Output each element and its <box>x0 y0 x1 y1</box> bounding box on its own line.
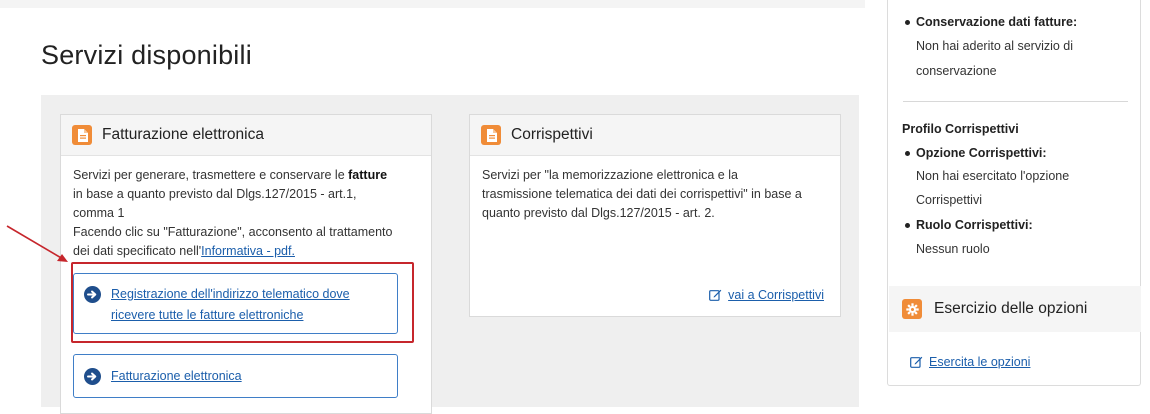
document-icon <box>72 125 92 145</box>
gear-icon <box>902 299 922 319</box>
esercita-opzioni-link[interactable]: Esercita le opzioni <box>929 355 1030 369</box>
fatturazione-description: Servizi per generare, trasmettere e cons… <box>73 166 428 261</box>
pointer-arrow <box>6 225 68 262</box>
desc-text: trasmissione telematica dei dati dei cor… <box>482 187 802 201</box>
top-bar-strip <box>0 0 865 8</box>
fatturazione-card-title: Fatturazione elettronica <box>102 126 264 143</box>
desc-text: in base a quanto previsto dal Dlgs.127/2… <box>73 187 357 201</box>
desc-text: comma 1 <box>73 206 125 220</box>
desc-text: Facendo clic su "Fatturazione", acconsen… <box>73 225 393 239</box>
esercizio-opzioni-header: Esercizio delle opzioni <box>889 286 1141 332</box>
esercizio-opzioni-title: Esercizio delle opzioni <box>934 300 1088 317</box>
fatturazione-elettronica-button[interactable]: Fatturazione elettronica <box>73 354 398 398</box>
ruolo-corrispettivi-title: Ruolo Corrispettivi: <box>916 218 1033 232</box>
vai-a-corrispettivi-link[interactable]: vai a Corrispettivi <box>728 288 824 302</box>
highlight-box <box>71 262 414 343</box>
desc-text: quanto previsto dal Dlgs.127/2015 - art.… <box>482 206 715 220</box>
arrow-right-icon <box>84 367 101 385</box>
page-title: Servizi disponibili <box>41 40 252 70</box>
esercita-opzioni-link-wrap: Esercita le opzioni <box>910 355 1030 371</box>
opzione-corrispettivi-title: Opzione Corrispettivi: <box>916 146 1047 160</box>
desc-text: Servizi per "la memorizzazione elettroni… <box>482 168 738 182</box>
bullet <box>905 223 910 228</box>
profilo-corrispettivi-title: Profilo Corrispettivi <box>902 122 1019 136</box>
corrispettivi-card-header: Corrispettivi <box>470 115 840 156</box>
corrispettivi-card-title: Corrispettivi <box>511 126 593 143</box>
fatturazione-button-label: Fatturazione elettronica <box>111 368 242 383</box>
fatturazione-card-header: Fatturazione elettronica <box>61 115 431 156</box>
side-divider <box>903 101 1128 102</box>
edit-icon <box>709 288 722 304</box>
informativa-pdf-link[interactable]: Informativa - pdf. <box>201 244 295 258</box>
opzione-line1: Non hai esercitato l'opzione <box>916 169 1070 183</box>
ruolo-value: Nessun ruolo <box>916 242 990 256</box>
bullet <box>905 151 910 156</box>
desc-bold-fatture: fatture <box>348 168 388 182</box>
document-icon <box>481 125 501 145</box>
conservazione-title: Conservazione dati fatture: <box>916 15 1078 29</box>
side-panel: Conservazione dati fatture: Non hai ader… <box>887 0 1141 386</box>
bullet <box>905 20 910 25</box>
conservazione-line2: conservazione <box>916 64 997 78</box>
corrispettivi-card: Corrispettivi Servizi per "la memorizzaz… <box>469 114 841 317</box>
opzione-line2: Corrispettivi <box>916 193 982 207</box>
edit-icon <box>910 355 923 371</box>
desc-text: dei dati specificato nell' <box>73 244 202 258</box>
desc-text: Servizi per generare, trasmettere e cons… <box>73 168 349 182</box>
corrispettivi-description: Servizi per "la memorizzazione elettroni… <box>482 166 837 223</box>
conservazione-line1: Non hai aderito al servizio di <box>916 39 1074 53</box>
services-area: Fatturazione elettronica Servizi per gen… <box>41 95 859 414</box>
vai-a-corrispettivi-link-wrap: vai a Corrispettivi <box>709 288 824 304</box>
